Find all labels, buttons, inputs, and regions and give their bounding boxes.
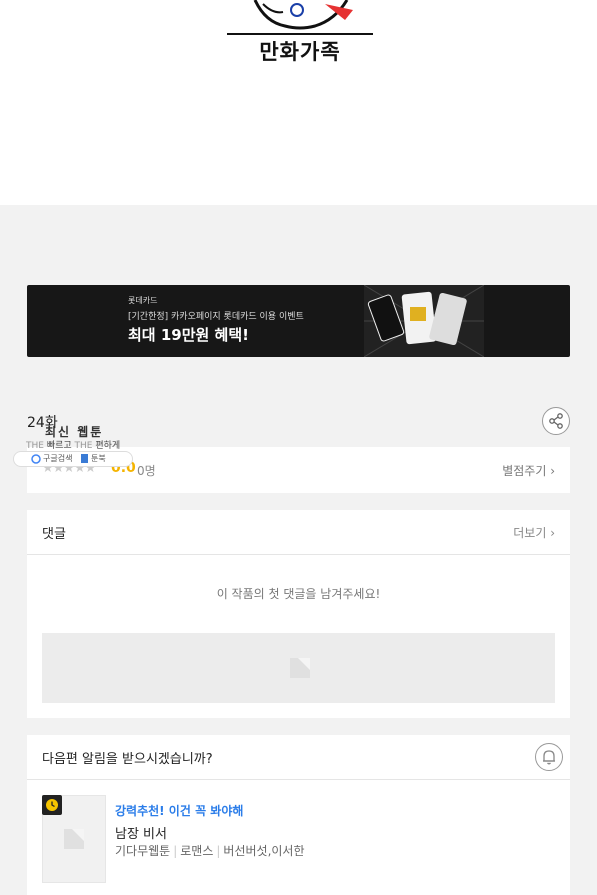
bell-icon bbox=[543, 750, 555, 765]
banner-cards-illustration bbox=[364, 285, 484, 357]
share-icon bbox=[549, 413, 563, 429]
overlay-site-label: 툰북 bbox=[91, 454, 106, 463]
banner-subtitle: [기간한정] 카카오페이지 롯데카드 이용 이벤트 bbox=[128, 312, 304, 322]
comment-input-area[interactable] bbox=[42, 633, 555, 703]
comments-empty-message: 이 작품의 첫 댓글을 남겨주세요! bbox=[216, 587, 381, 601]
comments-header: 댓글 더보기 › bbox=[27, 510, 570, 555]
recommendation-authors: 버선버섯,이서한 bbox=[223, 844, 305, 858]
image-placeholder-icon bbox=[290, 658, 310, 678]
tagline-the-2: THE bbox=[74, 441, 93, 451]
comments-more-button[interactable]: 더보기 › bbox=[513, 524, 555, 541]
site-logo[interactable]: 만화가족 bbox=[225, 0, 375, 66]
google-icon bbox=[31, 454, 41, 464]
promo-banner[interactable]: 롯데카드 [기간한정] 카카오페이지 롯데카드 이용 이벤트 최대 19만원 혜… bbox=[27, 285, 570, 357]
comments-section: 댓글 더보기 › 이 작품의 첫 댓글을 남겨주세요! bbox=[27, 510, 570, 718]
banner-brand: 롯데카드 bbox=[128, 296, 158, 305]
clock-icon bbox=[46, 799, 58, 811]
logo-text: 만화가족 bbox=[259, 40, 341, 64]
rate-button[interactable]: 별점주기 › bbox=[502, 462, 555, 479]
overlay-search-label: 구글검색 bbox=[43, 454, 73, 463]
overlay-badge-tagline: THE 빠르고 THE 편하게 bbox=[26, 438, 120, 451]
recommendation-tag[interactable]: 강력추천! 이건 꼭 봐야해 bbox=[115, 802, 243, 819]
recommendation-genre: 로맨스 bbox=[180, 844, 214, 858]
recommendation-meta: 기다무웹툰 | 로맨스 | 버선버섯,이서한 bbox=[115, 842, 305, 859]
banner-headline: 최대 19만원 혜택! bbox=[128, 326, 249, 344]
tagline-easy: 편하게 bbox=[95, 441, 121, 451]
notify-question: 다음편 알림을 받으시겠습니까? bbox=[42, 752, 213, 767]
wait-free-badge bbox=[42, 795, 62, 815]
top-header: 만화가족 bbox=[0, 0, 597, 205]
share-button[interactable] bbox=[542, 407, 570, 435]
tagline-the-1: THE bbox=[26, 441, 44, 451]
logo-mascot-icon bbox=[227, 0, 373, 35]
recommendation-title[interactable]: 남장 비서 bbox=[115, 823, 167, 842]
tagline-fast: 빠르고 bbox=[46, 441, 72, 451]
rating-count: 0명 bbox=[137, 464, 156, 478]
recommendation-category: 기다무웹툰 bbox=[115, 844, 171, 858]
notify-bell-button[interactable] bbox=[535, 743, 563, 771]
overlay-badge-pill[interactable]: 구글검색 툰북 bbox=[13, 451, 133, 467]
meta-separator: | bbox=[173, 844, 178, 858]
meta-separator: | bbox=[216, 844, 221, 858]
book-icon bbox=[81, 454, 88, 463]
image-placeholder-icon bbox=[64, 829, 84, 849]
notify-section: 다음편 알림을 받으시겠습니까? 강력추천! 이건 꼭 봐야해 남장 비서 기다… bbox=[27, 735, 570, 895]
comments-title: 댓글 bbox=[42, 527, 66, 542]
notify-header: 다음편 알림을 받으시겠습니까? bbox=[27, 735, 570, 780]
